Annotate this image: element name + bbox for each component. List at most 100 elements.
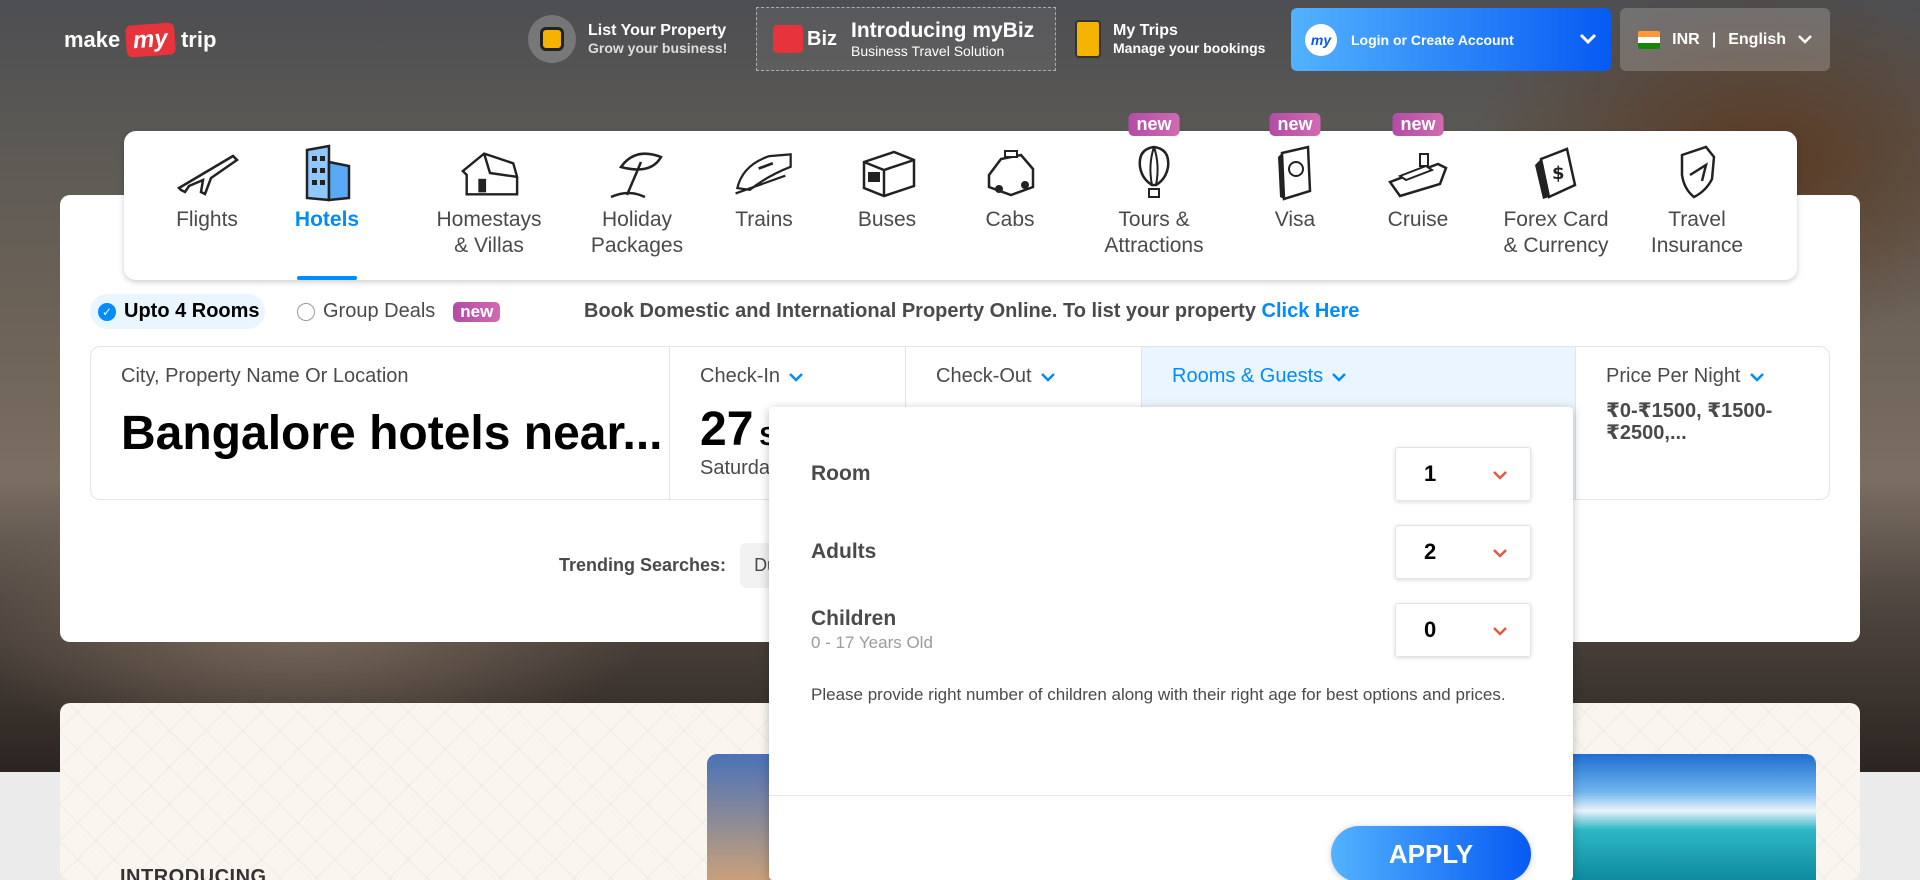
nav-tours-attractions[interactable]: new Tours & Attractions [1084, 113, 1224, 280]
chevron-down-icon [1579, 29, 1597, 50]
mmt-user-icon: my [1305, 23, 1337, 56]
nav-label-insurance: Travel Insurance [1650, 208, 1744, 257]
price-value: ₹0-₹1500, ₹1500-₹2500,... [1606, 400, 1773, 444]
nav-label-forex: Forex Card & Currency [1503, 208, 1609, 257]
nav-label-homestays: Homestays & Villas [436, 208, 542, 257]
currency-card-icon: $ [1524, 145, 1588, 201]
plane-icon [175, 145, 239, 201]
car-icon [978, 145, 1042, 201]
adults-select[interactable]: 2 [1395, 525, 1531, 579]
new-badge: new [1392, 113, 1444, 136]
city-field-label: City, Property Name Or Location [121, 365, 409, 387]
list-property-promo: Book Domestic and International Property… [584, 300, 1359, 323]
children-value: 0 [1424, 617, 1437, 642]
nav-label-buses: Buses [857, 208, 917, 231]
chevron-down-icon [1331, 366, 1347, 387]
nav-label-tours: Tours & Attractions [1104, 208, 1204, 257]
checkout-label: Check-Out [936, 365, 1032, 387]
login-label: Login or Create Account [1351, 31, 1514, 48]
chevron-down-icon [1798, 31, 1812, 49]
rooms-guests-label: Rooms & Guests [1172, 365, 1324, 387]
promo-image-beach[interactable] [1572, 754, 1816, 880]
checkmark-icon: ✓ [98, 302, 116, 321]
briefcase-icon [773, 25, 803, 53]
city-field-value: Bangalore hotels near... [121, 407, 663, 460]
upto-4-rooms-label: Upto 4 Rooms [124, 300, 260, 322]
introducing-heading: INTRODUCING [120, 866, 267, 880]
balloon-icon [1122, 145, 1186, 201]
mybiz-banner[interactable]: Biz Introducing myBiz Business Travel So… [756, 7, 1056, 71]
nav-trains[interactable]: Trains [719, 131, 809, 280]
chevron-down-icon [1492, 464, 1508, 485]
header: make my trip List Your Property Grow you… [0, 0, 1920, 80]
room-row: Room 1 [811, 447, 1531, 501]
umbrella-icon [605, 145, 669, 201]
price-label: Price Per Night [1606, 365, 1741, 387]
makemytrip-logo[interactable]: make my trip [64, 22, 216, 58]
house-icon [457, 145, 521, 201]
nav-holiday-packages[interactable]: Holiday Packages [572, 131, 702, 280]
apply-button[interactable]: APPLY [1331, 826, 1531, 880]
rooms-guests-dropdown: Room 1 Adults 2 Children 0 - 17 Years Ol… [769, 407, 1573, 880]
nav-cruise[interactable]: new Cruise [1373, 113, 1463, 280]
room-label: Room [811, 462, 871, 485]
nav-forex[interactable]: $ Forex Card & Currency [1486, 131, 1626, 280]
product-nav: Flights Hotels Homestays & Villas Holida… [124, 113, 1797, 280]
children-note: Please provide right number of children … [811, 685, 1506, 704]
active-tab-underline [297, 276, 357, 280]
children-label-block: Children 0 - 17 Years Old [811, 607, 933, 653]
mybiz-logo-text: Biz [807, 27, 837, 50]
india-flag-icon [1638, 30, 1661, 49]
ship-icon [1386, 145, 1450, 201]
svg-text:$: $ [1552, 163, 1565, 184]
children-label: Children [811, 607, 897, 630]
nav-visa[interactable]: new Visa [1250, 113, 1340, 280]
nav-label-hotels: Hotels [294, 208, 360, 231]
mybiz-logo: Biz [773, 25, 837, 53]
adults-label: Adults [811, 540, 877, 563]
nav-travel-insurance[interactable]: Travel Insurance [1637, 131, 1757, 280]
suitcase-icon [1075, 20, 1101, 58]
upto-4-rooms-option[interactable]: ✓ Upto 4 Rooms [90, 294, 265, 329]
chevron-down-icon [1749, 366, 1765, 387]
children-age-range: 0 - 17 Years Old [811, 633, 933, 652]
nav-label-cabs: Cabs [985, 208, 1035, 231]
group-deals-option[interactable]: Group Deals new [297, 294, 501, 329]
nav-label-visa: Visa [1274, 208, 1316, 231]
adults-row: Adults 2 [811, 525, 1531, 579]
separator: | [1711, 30, 1717, 48]
building-icon [295, 144, 359, 202]
shield-plane-icon [1665, 145, 1729, 201]
nav-label-cruise: Cruise [1387, 208, 1449, 231]
login-button[interactable]: my Login or Create Account [1291, 8, 1611, 71]
children-select[interactable]: 0 [1395, 603, 1531, 657]
click-here-link[interactable]: Click Here [1262, 300, 1360, 322]
city-field[interactable]: City, Property Name Or Location Bangalor… [91, 347, 670, 499]
currency-language-selector[interactable]: INR | English [1620, 8, 1830, 71]
new-badge: new [1269, 113, 1321, 136]
logo-trip: trip [180, 27, 217, 52]
list-property-title: List Your Property [588, 22, 727, 39]
list-property-link[interactable]: List Your Property Grow your business! [528, 14, 727, 64]
price-per-night-field[interactable]: Price Per Night ₹0-₹1500, ₹1500-₹2500,..… [1576, 347, 1829, 499]
my-trips-link[interactable]: My Trips Manage your bookings [1075, 14, 1265, 64]
checkin-label: Check-In [700, 365, 781, 387]
children-row: Children 0 - 17 Years Old 0 [811, 603, 1531, 657]
room-select[interactable]: 1 [1395, 447, 1531, 501]
chevron-down-icon [1040, 366, 1056, 387]
dropdown-footer: APPLY [769, 795, 1573, 880]
new-badge: new [1128, 113, 1180, 136]
promo-text: Book Domestic and International Property… [584, 300, 1256, 322]
nav-hotels[interactable]: Hotels [282, 131, 372, 280]
checkout-label-row: Check-Out [936, 365, 1111, 388]
adults-value: 2 [1424, 539, 1437, 564]
nav-label-holiday-packages: Holiday Packages [590, 208, 684, 257]
nav-cabs[interactable]: Cabs [965, 131, 1055, 280]
nav-homestays[interactable]: Homestays & Villas [414, 131, 564, 280]
chevron-down-icon [1492, 542, 1508, 563]
logo-make: make [64, 27, 121, 52]
nav-buses[interactable]: Buses [842, 131, 932, 280]
nav-flights[interactable]: Flights [162, 131, 252, 280]
trending-label: Trending Searches: [559, 555, 727, 575]
currency-label: INR [1672, 30, 1700, 48]
